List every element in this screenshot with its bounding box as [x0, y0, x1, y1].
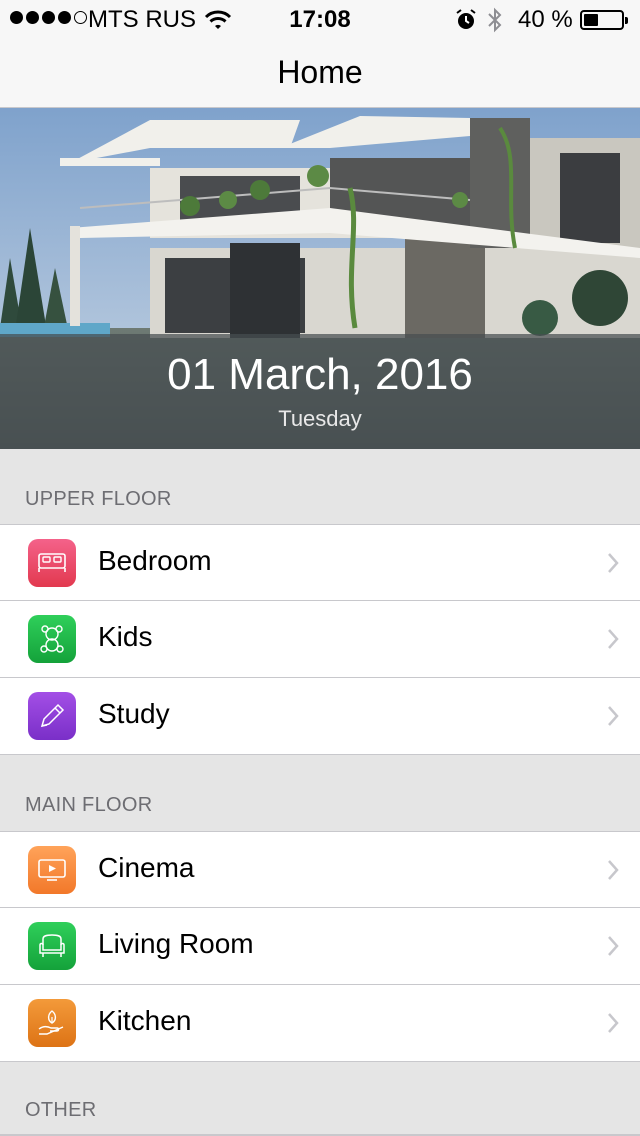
section-header-other: OTHER [0, 1062, 640, 1136]
room-label: Study [98, 698, 170, 729]
room-row-living-room[interactable]: Living Room [0, 908, 640, 985]
chevron-right-icon [606, 858, 620, 887]
chevron-right-icon [606, 704, 620, 733]
hero-banner: 01 March, 2016 Tuesday [0, 108, 640, 449]
battery-icon [580, 10, 628, 30]
room-row-bedroom[interactable]: Bedroom [0, 524, 640, 601]
carrier-name: MTS RUS [88, 6, 196, 33]
bluetooth-icon [486, 6, 504, 41]
hero-date: 01 March, 2016 [167, 350, 473, 399]
room-label: Bedroom [98, 545, 212, 576]
section-title: OTHER [25, 1099, 97, 1121]
alarm-icon [455, 8, 477, 39]
battery-percent: 40 % [518, 6, 573, 33]
room-row-cinema[interactable]: Cinema [0, 831, 640, 908]
chevron-right-icon [606, 627, 620, 656]
teddy-bear-icon [28, 615, 76, 663]
bed-icon [28, 539, 76, 587]
chevron-right-icon [606, 934, 620, 963]
signal-strength-icon [10, 11, 87, 24]
hero-day: Tuesday [278, 406, 362, 431]
section-header-main-floor: MAIN FLOOR [0, 755, 640, 831]
room-row-kids[interactable]: Kids [0, 601, 640, 678]
room-row-study[interactable]: Study [0, 678, 640, 755]
status-bar: MTS RUS 17:08 40 % [0, 0, 640, 40]
chevron-right-icon [606, 1011, 620, 1040]
section-title: MAIN FLOOR [25, 794, 153, 816]
chevron-right-icon [606, 551, 620, 580]
room-label: Living Room [98, 928, 254, 959]
section-header-upper-floor: UPPER FLOOR [0, 449, 640, 525]
wifi-icon [204, 8, 232, 39]
room-label: Cinema [98, 852, 195, 883]
section-title: UPPER FLOOR [25, 488, 172, 510]
navigation-bar: Home [0, 40, 640, 108]
page-title: Home [277, 54, 363, 90]
tv-icon [28, 846, 76, 894]
room-row-kitchen[interactable]: Kitchen [0, 985, 640, 1062]
hand-leaf-icon [28, 999, 76, 1047]
pencil-icon [28, 692, 76, 740]
armchair-icon [28, 922, 76, 970]
room-label: Kitchen [98, 1005, 192, 1036]
room-label: Kids [98, 621, 153, 652]
